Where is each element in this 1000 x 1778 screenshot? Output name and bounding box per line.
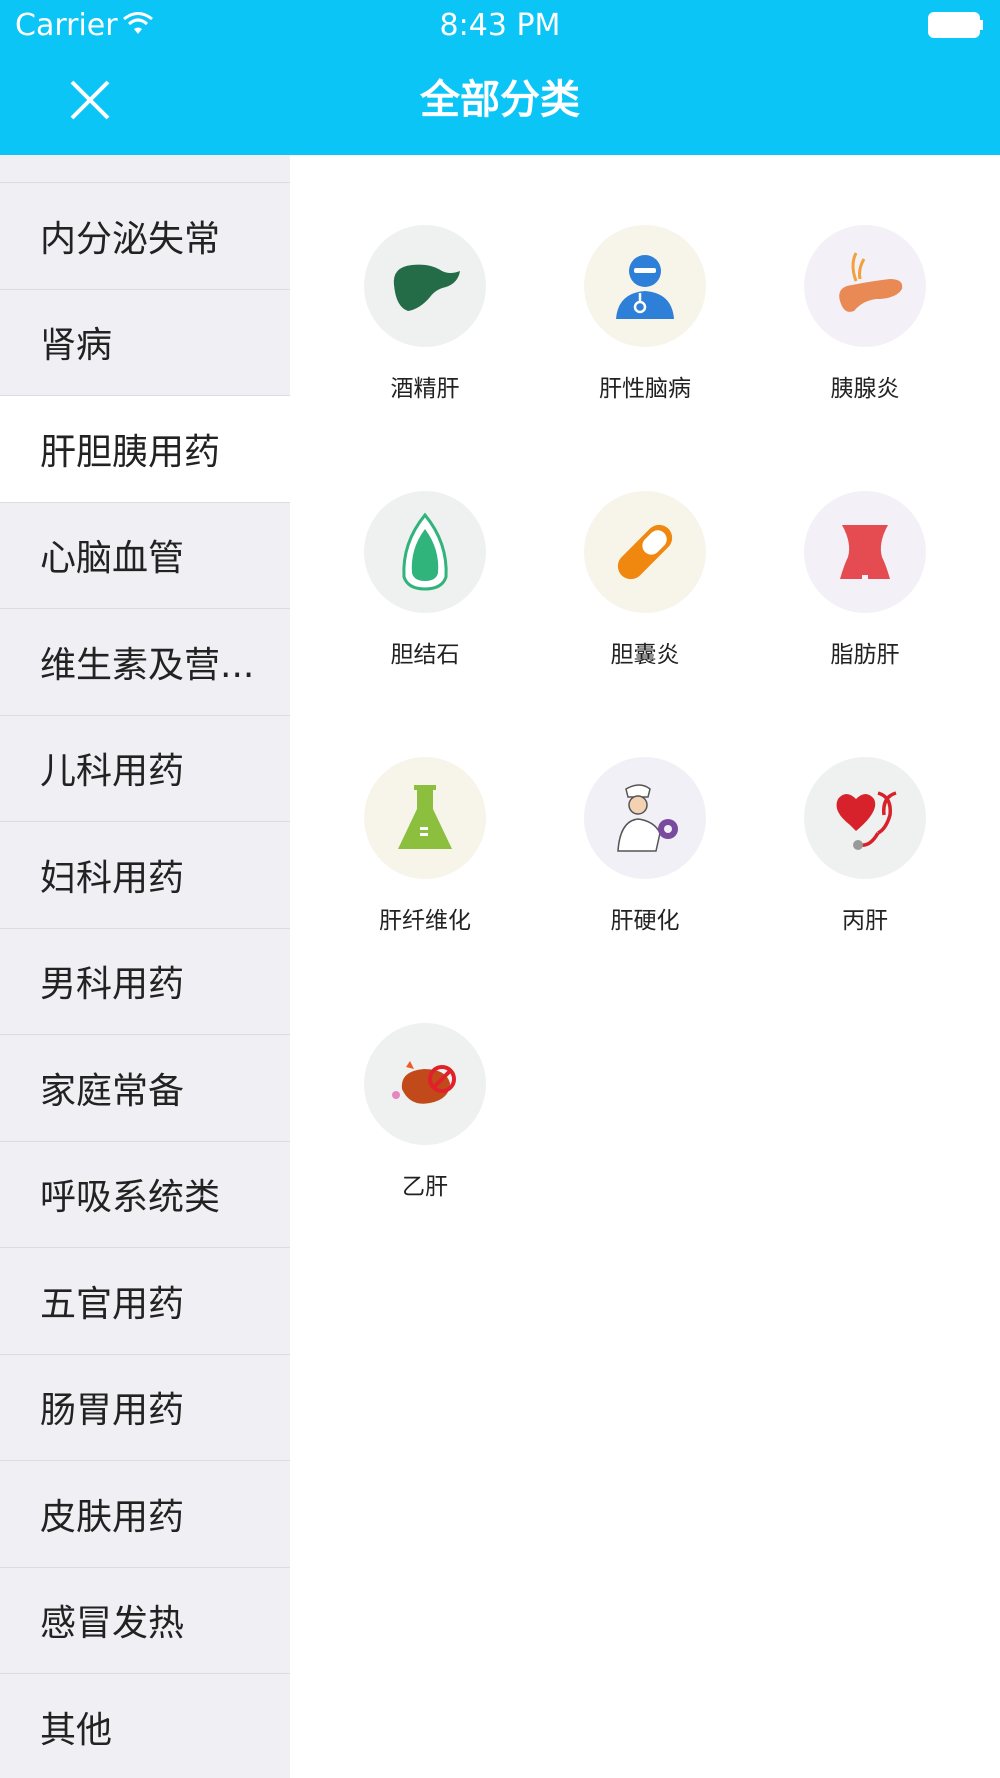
icon-circle bbox=[364, 1023, 486, 1145]
status-time: 8:43 PM bbox=[439, 8, 561, 43]
category-tile[interactable]: 肝纤维化 bbox=[315, 757, 535, 1023]
page-title: 全部分类 bbox=[420, 77, 580, 123]
category-label: 胆囊炎 bbox=[610, 642, 680, 668]
sidebar-item-label: 感冒发热 bbox=[40, 1603, 185, 1645]
icon-circle bbox=[364, 757, 486, 879]
category-sidebar: 内分泌失常 肾病 肝胆胰用药 心脑血管 维生素及营... 儿科用药 妇科用药 男… bbox=[0, 155, 290, 1778]
icon-circle bbox=[804, 491, 926, 613]
pancreas-icon bbox=[839, 252, 903, 312]
sidebar-item[interactable]: 呼吸系统类 bbox=[0, 1142, 290, 1248]
sidebar-partial-item[interactable] bbox=[0, 155, 290, 183]
doctor-icon bbox=[616, 255, 674, 319]
heart-stethoscope-icon bbox=[836, 791, 897, 850]
category-label: 肝纤维化 bbox=[379, 908, 471, 934]
sidebar-item-label: 肝胆胰用药 bbox=[40, 431, 221, 473]
sidebar-item[interactable]: 家庭常备 bbox=[0, 1035, 290, 1142]
icon-circle bbox=[804, 225, 926, 347]
subcategory-grid: 酒精肝 肝性脑病 胰腺炎 胆结石 胆囊炎 脂肪肝 肝纤维化 肝硬化 丙肝 乙肝 bbox=[315, 225, 975, 1289]
category-tile[interactable]: 胆囊炎 bbox=[535, 491, 755, 757]
sidebar-item-label: 皮肤用药 bbox=[40, 1496, 185, 1538]
category-label: 乙肝 bbox=[402, 1174, 448, 1200]
sidebar-item[interactable]: 皮肤用药 bbox=[0, 1461, 290, 1568]
category-tile[interactable]: 乙肝 bbox=[315, 1023, 535, 1289]
category-tile[interactable]: 酒精肝 bbox=[315, 225, 535, 491]
top-bar: Carrier 8:43 PM 全部分类 bbox=[0, 0, 1000, 155]
nurse-examining-icon bbox=[617, 784, 678, 852]
icon-circle bbox=[364, 225, 486, 347]
sidebar-item[interactable]: 肾病 bbox=[0, 290, 290, 396]
category-label: 胰腺炎 bbox=[830, 376, 900, 402]
liver-cartoon-icon bbox=[392, 1061, 456, 1104]
sidebar-item[interactable]: 肠胃用药 bbox=[0, 1355, 290, 1461]
category-tile[interactable]: 胰腺炎 bbox=[755, 225, 975, 491]
sidebar-item-label: 男科用药 bbox=[40, 964, 185, 1006]
sidebar-item[interactable]: 维生素及营... bbox=[0, 609, 290, 716]
sidebar-item[interactable]: 其他 bbox=[0, 1674, 290, 1778]
category-tile[interactable]: 肝硬化 bbox=[535, 757, 755, 1023]
liver-icon bbox=[393, 264, 460, 311]
sidebar-item-label: 呼吸系统类 bbox=[40, 1177, 221, 1219]
icon-circle bbox=[584, 225, 706, 347]
sidebar-item-label: 家庭常备 bbox=[40, 1070, 185, 1112]
category-label: 酒精肝 bbox=[390, 376, 460, 402]
category-label: 肝性脑病 bbox=[599, 376, 691, 402]
sidebar-item-label: 内分泌失常 bbox=[40, 218, 221, 260]
category-label: 脂肪肝 bbox=[830, 642, 900, 668]
category-label: 肝硬化 bbox=[610, 908, 680, 934]
body-icon bbox=[840, 525, 890, 581]
sidebar-item-label: 肾病 bbox=[40, 325, 113, 367]
sidebar-item[interactable]: 儿科用药 bbox=[0, 716, 290, 822]
sidebar-item[interactable]: 五官用药 bbox=[0, 1248, 290, 1355]
sidebar-item-label: 维生素及营... bbox=[40, 644, 255, 686]
icon-circle bbox=[364, 491, 486, 613]
sidebar-item[interactable]: 心脑血管 bbox=[0, 503, 290, 609]
capsule-icon bbox=[617, 524, 673, 580]
sidebar-item-label: 心脑血管 bbox=[40, 538, 185, 580]
sidebar-item[interactable]: 男科用药 bbox=[0, 929, 290, 1035]
icon-circle bbox=[584, 491, 706, 613]
sidebar-item[interactable]: 感冒发热 bbox=[0, 1568, 290, 1674]
sidebar-item-label: 肠胃用药 bbox=[40, 1390, 185, 1432]
flask-icon bbox=[398, 785, 452, 849]
category-tile[interactable]: 丙肝 bbox=[755, 757, 975, 1023]
sidebar-item-label: 五官用药 bbox=[40, 1283, 185, 1325]
category-label: 胆结石 bbox=[390, 642, 460, 668]
sidebar-item-label: 儿科用药 bbox=[40, 751, 185, 793]
sidebar-item-active[interactable]: 肝胆胰用药 bbox=[0, 396, 290, 503]
category-tile[interactable]: 脂肪肝 bbox=[755, 491, 975, 757]
category-tile[interactable]: 肝性脑病 bbox=[535, 225, 755, 491]
category-tile[interactable]: 胆结石 bbox=[315, 491, 535, 757]
icon-circle bbox=[804, 757, 926, 879]
icon-circle bbox=[584, 757, 706, 879]
gallstone-icon bbox=[402, 512, 448, 591]
category-label: 丙肝 bbox=[842, 908, 888, 934]
sidebar-item[interactable]: 内分泌失常 bbox=[0, 183, 290, 290]
battery-icon bbox=[928, 12, 983, 38]
sidebar-item[interactable]: 妇科用药 bbox=[0, 822, 290, 929]
sidebar-item-label: 其他 bbox=[40, 1709, 113, 1751]
sidebar-item-label: 妇科用药 bbox=[40, 857, 185, 899]
